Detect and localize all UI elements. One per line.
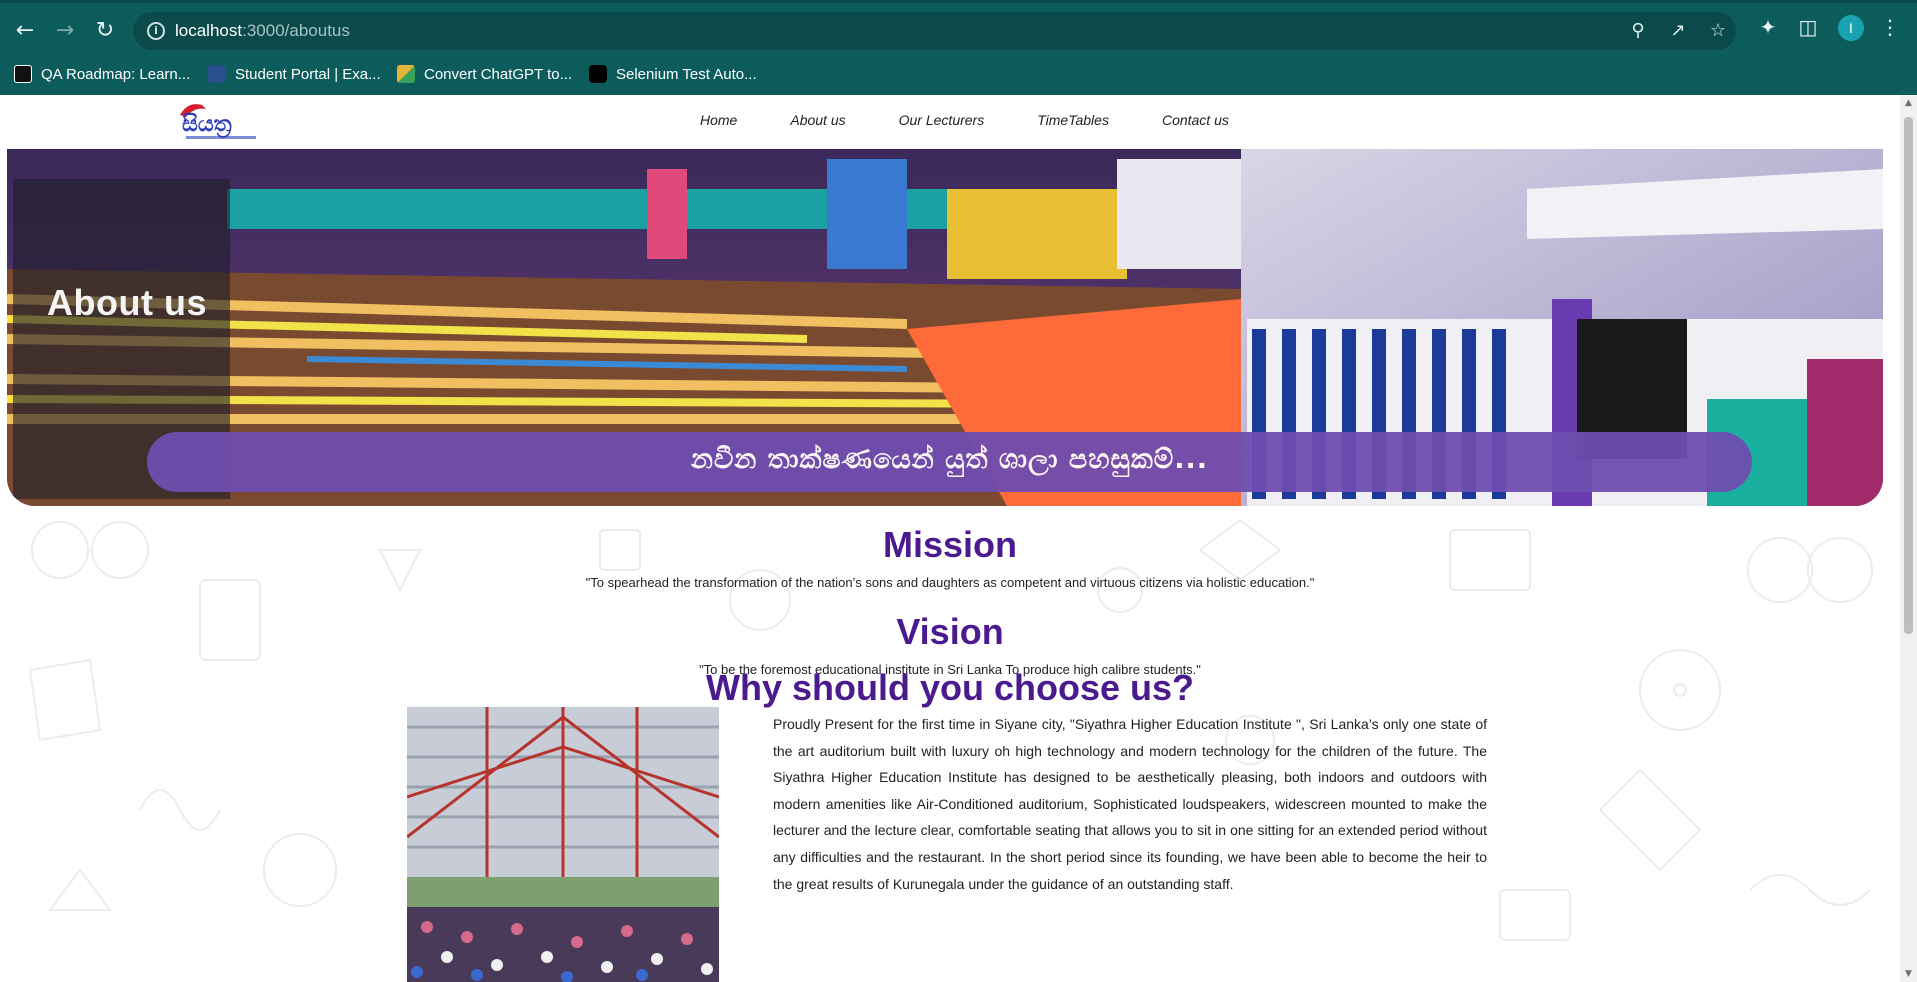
address-row: ← → ↻ i localhost:3000/aboutus ⚲ ↗ ☆ ✦ ◫…	[0, 8, 1917, 50]
site-navbar: සියත්‍ර Home About us Our Lecturers Time…	[0, 95, 1900, 147]
mission-heading: Mission	[882, 524, 1017, 565]
back-icon[interactable]: ←	[12, 18, 38, 44]
scroll-up-icon[interactable]: ▲	[1900, 95, 1917, 111]
tab-strip-edge	[0, 0, 1917, 3]
nav-about-us[interactable]: About us	[790, 112, 845, 128]
browser-chrome: ← → ↻ i localhost:3000/aboutus ⚲ ↗ ☆ ✦ ◫…	[0, 0, 1917, 95]
lecture-hall-crowd-photo	[407, 707, 719, 982]
reload-icon[interactable]: ↻	[92, 18, 118, 44]
nav-contact-us[interactable]: Contact us	[1162, 112, 1229, 128]
bookmark-label: QA Roadmap: Learn...	[41, 65, 191, 83]
why-choose-us-text: Proudly Present for the first time in Si…	[773, 716, 1487, 892]
extensions-icon[interactable]: ✦	[1755, 14, 1781, 40]
mission-text: "To spearhead the transformation of the …	[585, 575, 1315, 590]
forward-icon[interactable]: →	[52, 18, 78, 44]
bookmark-favicon-icon	[208, 65, 226, 83]
side-panel-icon[interactable]: ◫	[1795, 14, 1821, 40]
hero-title: About us	[47, 282, 207, 323]
nav-home[interactable]: Home	[700, 112, 737, 128]
page-scrollbar[interactable]: ▲ ▼	[1900, 95, 1917, 982]
nav-timetables[interactable]: TimeTables	[1037, 112, 1109, 128]
hero-banner: නවීන තාක්ෂණයෙන් යුත් ශාලා පහසුකම්...	[147, 432, 1752, 492]
hero-section: About us නවීන තාක්ෂණයෙන් යුත් ශාලා පහසුක…	[7, 149, 1883, 506]
vision-heading: Vision	[896, 611, 1004, 652]
url-host: localhost	[175, 21, 243, 40]
scroll-down-icon[interactable]: ▼	[1900, 966, 1917, 982]
bookmark-star-icon[interactable]: ☆	[1707, 20, 1729, 42]
address-bar[interactable]: i localhost:3000/aboutus ⚲ ↗ ☆	[133, 12, 1736, 50]
siyathra-logo[interactable]: සියත්‍ර	[176, 99, 270, 143]
zoom-icon[interactable]: ⚲	[1627, 20, 1649, 42]
why-choose-us-heading: Why should you choose us?	[705, 667, 1195, 708]
nav-links: Home About us Our Lecturers TimeTables C…	[700, 112, 1282, 128]
bookmark-selenium[interactable]: Selenium Test Auto...	[589, 62, 757, 86]
bookmark-label: Selenium Test Auto...	[616, 65, 757, 83]
profile-avatar[interactable]: I	[1838, 15, 1864, 41]
url-path: :3000/aboutus	[242, 21, 350, 40]
share-icon[interactable]: ↗	[1667, 20, 1689, 42]
bookmarks-bar: QA Roadmap: Learn... Student Portal | Ex…	[0, 58, 1917, 90]
bookmark-qa-roadmap[interactable]: QA Roadmap: Learn...	[14, 62, 190, 86]
bookmark-favicon-icon	[14, 65, 32, 83]
nav-our-lecturers[interactable]: Our Lecturers	[899, 112, 985, 128]
scrollbar-thumb[interactable]	[1904, 117, 1913, 634]
bookmark-convert-chatgpt[interactable]: Convert ChatGPT to...	[397, 62, 572, 86]
hero-banner-text: නවීන තාක්ෂණයෙන් යුත් ශාලා පහසුකම්...	[691, 444, 1208, 475]
bookmark-favicon-icon	[397, 65, 415, 83]
url-text[interactable]: localhost:3000/aboutus	[175, 21, 350, 41]
svg-text:සියත්‍ර: සියත්‍ර	[182, 112, 232, 139]
site-info-icon[interactable]: i	[147, 22, 165, 40]
page-viewport: සියත්‍ර Home About us Our Lecturers Time…	[0, 95, 1900, 982]
bookmark-favicon-icon	[589, 65, 607, 83]
bookmark-label: Convert ChatGPT to...	[424, 65, 573, 83]
bookmark-label: Student Portal | Exa...	[235, 65, 381, 83]
menu-icon[interactable]: ⋮	[1880, 14, 1900, 40]
content-section: Mission "To spearhead the transformation…	[0, 510, 1900, 982]
bookmark-student-portal[interactable]: Student Portal | Exa...	[208, 62, 381, 86]
